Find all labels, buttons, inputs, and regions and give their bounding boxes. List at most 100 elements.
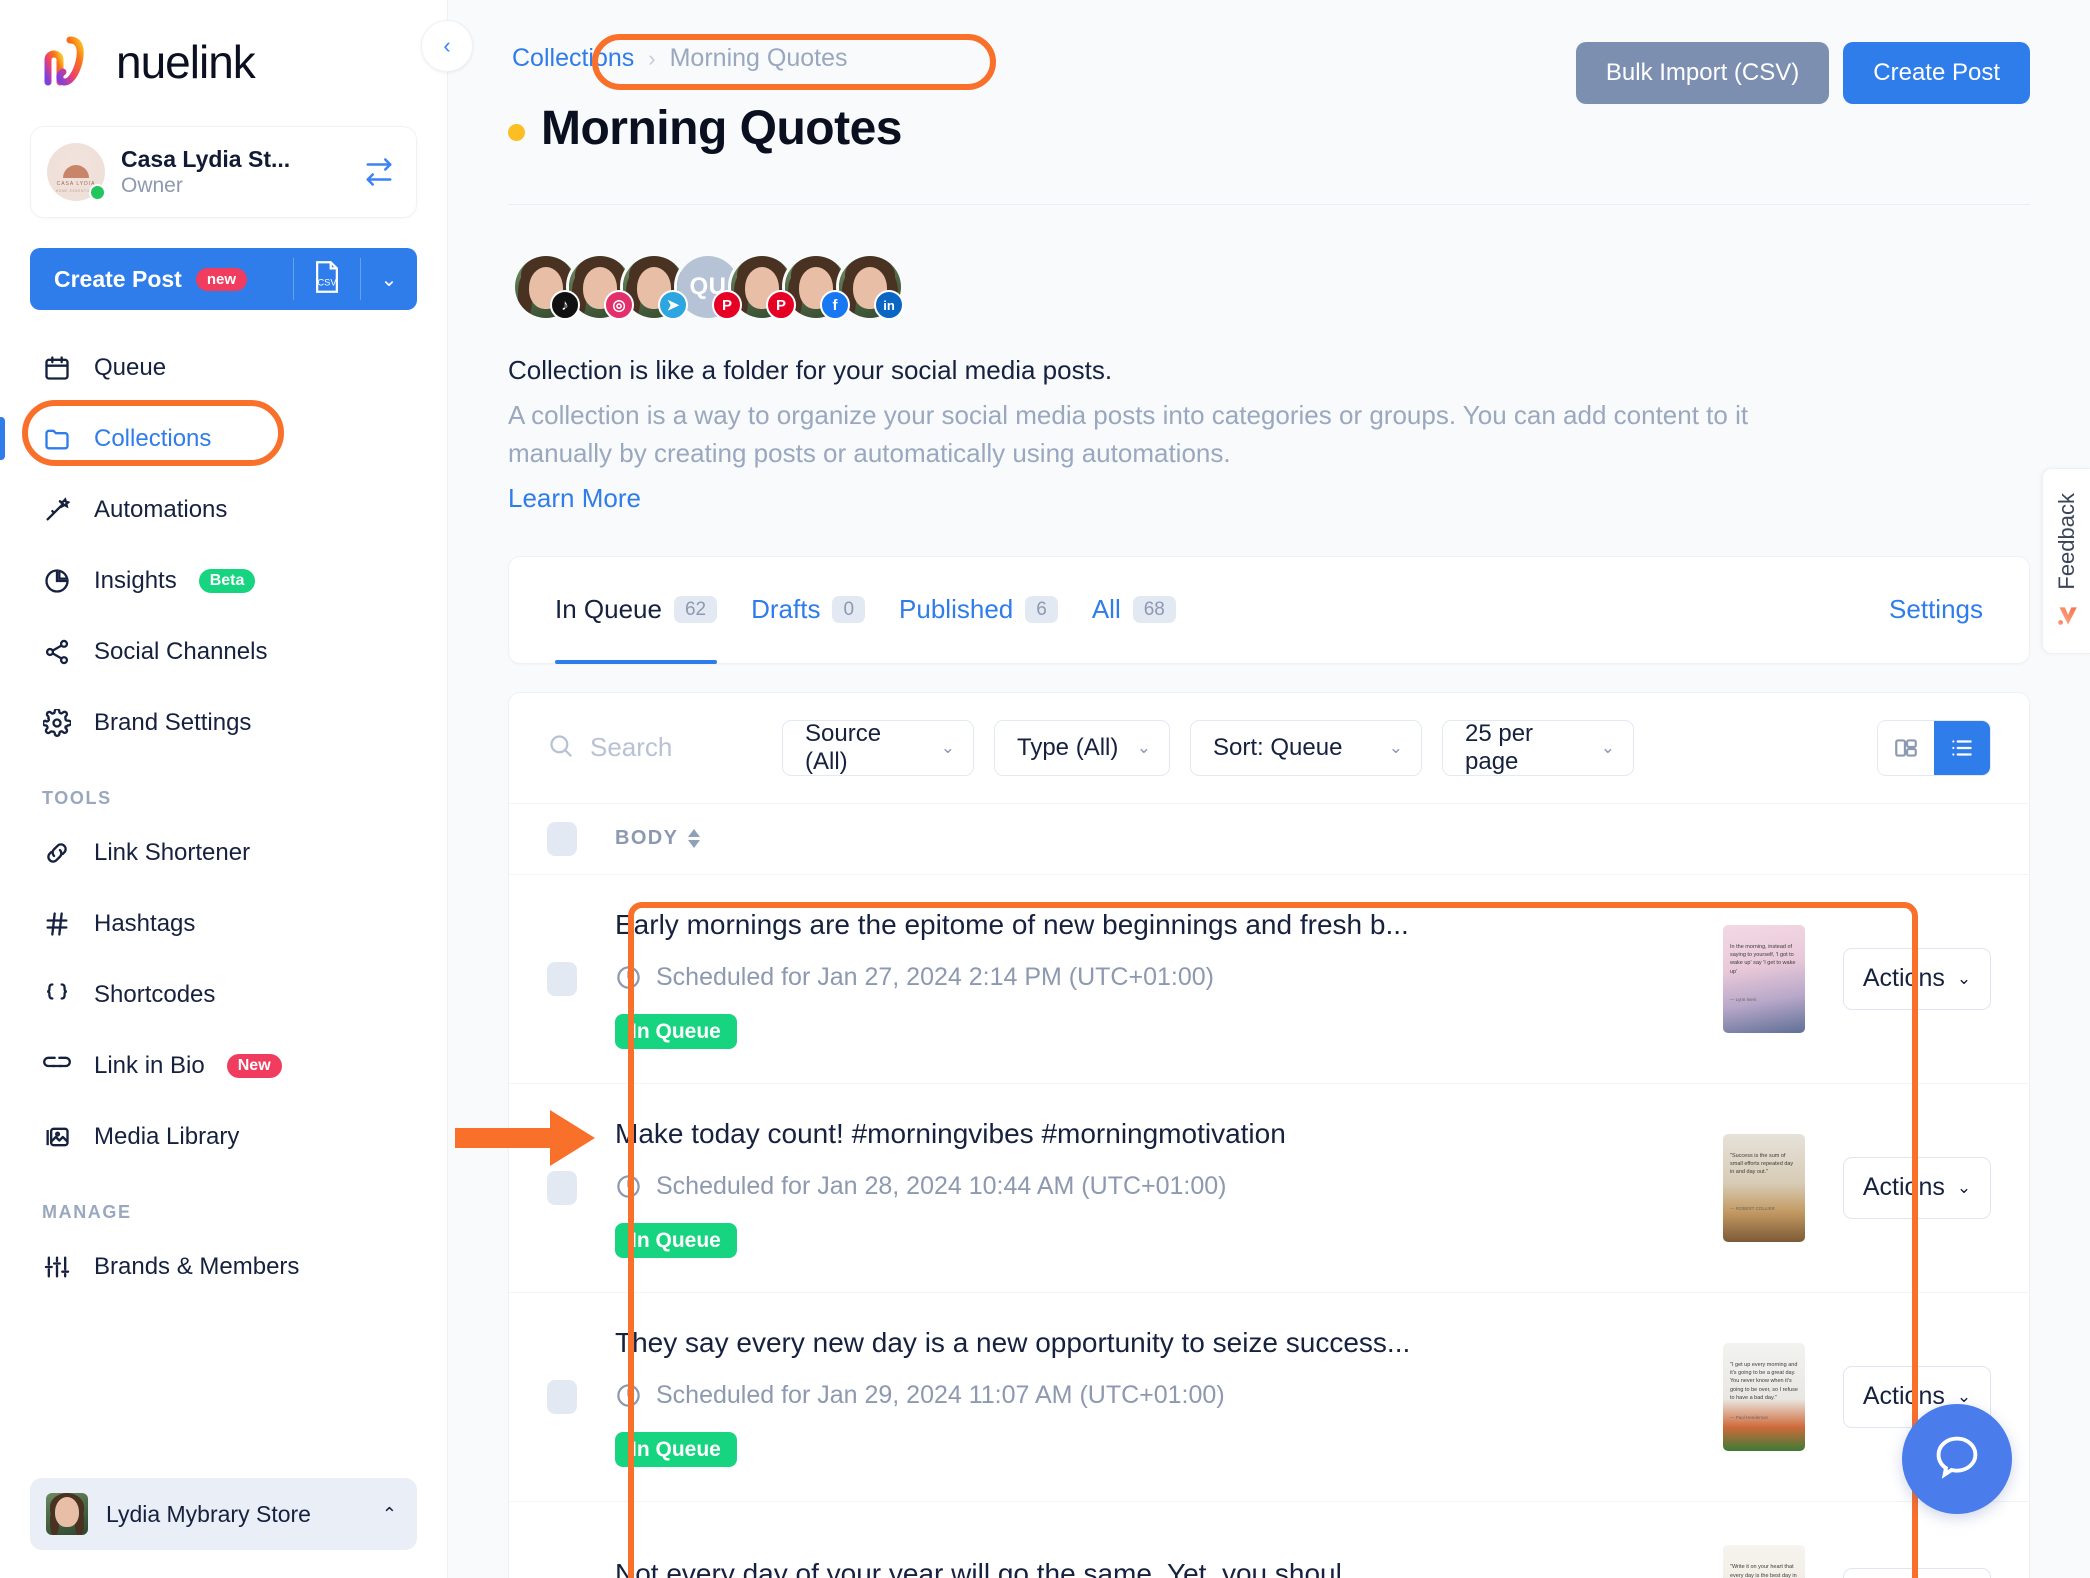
per-page-filter[interactable]: 25 per page ⌄: [1442, 719, 1634, 776]
list-view-icon[interactable]: [1934, 720, 1990, 775]
thumbnail-quote-text: "Success is the sum of small efforts rep…: [1730, 1152, 1794, 1176]
per-page-filter-label: 25 per page: [1465, 719, 1534, 775]
sidebar-item-label: Brands & Members: [94, 1252, 300, 1280]
table-row[interactable]: Early mornings are the epitome of new be…: [509, 875, 2029, 1084]
row-checkbox[interactable]: [547, 1379, 577, 1414]
chat-bubble-icon: [1931, 1431, 1983, 1488]
sidebar-item-insights[interactable]: Insights Beta: [0, 545, 447, 616]
create-post-button[interactable]: Create Post new: [30, 248, 293, 310]
new-badge: New: [226, 1053, 282, 1078]
gear-icon: [42, 708, 72, 738]
breadcrumb-current: Morning Quotes: [669, 44, 848, 72]
tab-all[interactable]: All 68: [1092, 557, 1176, 663]
select-all-checkbox[interactable]: [547, 821, 577, 856]
chat-support-button[interactable]: [1902, 1404, 2012, 1514]
chevron-down-icon: ⌄: [1600, 737, 1615, 757]
status-badge: In Queue: [615, 1013, 737, 1049]
brand-switcher-card[interactable]: CASA LYDIA HOME ESSENTIALS Casa Lydia St…: [30, 126, 417, 218]
sidebar-item-label: Queue: [94, 353, 167, 381]
post-thumbnail[interactable]: "I get up every morning and it's going t…: [1723, 1342, 1805, 1451]
breadcrumb-collections-link[interactable]: Collections: [512, 44, 634, 73]
search-input[interactable]: [590, 732, 762, 764]
sidebar-item-automations[interactable]: Automations: [0, 474, 447, 545]
column-header-label: BODY: [615, 827, 679, 850]
table-row[interactable]: Not every day of your year will go the s…: [509, 1502, 2029, 1578]
post-schedule: Scheduled for Jan 28, 2024 10:44 AM (UTC…: [656, 1171, 1227, 1200]
row-actions-button[interactable]: Actions ⌄: [1843, 1156, 1991, 1219]
chevron-down-icon: ⌄: [940, 737, 955, 757]
learn-more-link[interactable]: Learn More: [508, 483, 641, 514]
post-thumbnail[interactable]: "Success is the sum of small efforts rep…: [1723, 1133, 1805, 1242]
create-post-label: Create Post: [54, 265, 182, 292]
post-body: Not every day of your year will go the s…: [615, 1557, 1366, 1578]
row-actions-button[interactable]: Actions ⌄: [1843, 1568, 1991, 1578]
sort-arrows-icon[interactable]: [688, 829, 701, 849]
sidebar-item-hashtags[interactable]: Hashtags: [0, 888, 447, 959]
main-content: Collections › Morning Quotes Morning Quo…: [448, 0, 2090, 1578]
sidebar-item-label: Link Shortener: [94, 838, 251, 866]
post-body: Early mornings are the epitome of new be…: [615, 908, 1409, 940]
actions-label: Actions: [1862, 964, 1945, 993]
thumbnail-author: — Paul Henderson: [1730, 1414, 1769, 1420]
search-box[interactable]: [547, 732, 762, 764]
app-logo[interactable]: nuelink: [0, 0, 447, 90]
table-row[interactable]: Make today count! #morningvibes #morning…: [509, 1084, 2029, 1293]
chevron-down-icon: ⌄: [1956, 968, 1972, 988]
tab-drafts[interactable]: Drafts 0: [751, 557, 866, 663]
row-checkbox[interactable]: [547, 961, 577, 996]
sliders-icon: [42, 1252, 72, 1282]
create-post-dropdown-button[interactable]: ⌄: [361, 248, 417, 310]
tab-in-queue[interactable]: In Queue 62: [555, 557, 718, 664]
chain-link-icon: [42, 1051, 72, 1081]
annotation-arrow: [455, 1098, 605, 1173]
post-thumbnail[interactable]: In the morning, instead of saying to you…: [1723, 924, 1805, 1033]
share-nodes-icon: [42, 637, 72, 667]
app-logo-text: nuelink: [116, 36, 256, 88]
row-actions-button[interactable]: Actions ⌄: [1843, 947, 1991, 1010]
sort-filter-label: Sort: Queue: [1213, 733, 1343, 761]
sort-filter[interactable]: Sort: Queue ⌄: [1190, 719, 1422, 776]
tab-label: Published: [899, 594, 1014, 625]
sidebar-item-brands-members[interactable]: Brands & Members: [0, 1231, 447, 1302]
sidebar-item-label: Social Channels: [94, 637, 268, 665]
sidebar-collapse-button[interactable]: ‹: [421, 20, 473, 72]
settings-link[interactable]: Settings: [1889, 594, 1983, 625]
feedback-tab[interactable]: Feedback: [2042, 468, 2090, 654]
post-thumbnail[interactable]: "Write it on your heart that every day i…: [1723, 1545, 1805, 1578]
thumbnail-quote-text: "I get up every morning and it's going t…: [1730, 1361, 1798, 1401]
sidebar-item-shortcodes[interactable]: Shortcodes: [0, 959, 447, 1030]
avatar: [46, 1493, 88, 1535]
column-header-body[interactable]: BODY: [615, 827, 701, 850]
grid-view-icon[interactable]: [1878, 720, 1934, 775]
braces-icon: [42, 980, 72, 1010]
bulk-import-button[interactable]: Bulk Import (CSV): [1575, 42, 1830, 104]
switch-brand-icon[interactable]: [364, 157, 394, 187]
post-body: They say every new day is a new opportun…: [615, 1326, 1411, 1358]
source-filter[interactable]: Source (All) ⌄: [782, 719, 974, 776]
sidebar-item-collections[interactable]: Collections: [0, 403, 447, 474]
thumbnail-quote-text: In the morning, instead of saying to you…: [1730, 943, 1796, 975]
create-post-split-button[interactable]: Create Post new CSV ⌄: [30, 248, 417, 310]
user-account-switcher[interactable]: Lydia Mybrary Store ⌃: [30, 1478, 417, 1550]
row-checkbox[interactable]: [547, 1170, 577, 1205]
sidebar-item-social-channels[interactable]: Social Channels: [0, 616, 447, 687]
view-mode-toggle: [1877, 719, 1991, 776]
type-filter[interactable]: Type (All) ⌄: [994, 719, 1170, 776]
sidebar-item-queue[interactable]: Queue: [0, 332, 447, 403]
csv-import-button[interactable]: CSV: [294, 248, 360, 310]
svg-text:CSV: CSV: [318, 277, 338, 287]
sidebar-item-link-shortener[interactable]: Link Shortener: [0, 817, 447, 888]
tab-published[interactable]: Published 6: [899, 557, 1058, 663]
sidebar-item-label: Link in Bio: [94, 1051, 205, 1079]
sidebar-item-link-in-bio[interactable]: Link in Bio New: [0, 1030, 447, 1101]
create-post-button-header[interactable]: Create Post: [1843, 42, 2030, 104]
magic-wand-icon: [42, 495, 72, 525]
sidebar-item-media-library[interactable]: Media Library: [0, 1101, 447, 1172]
sidebar: nuelink ‹ CASA LYDIA HOME ESSENTIALS Cas…: [0, 0, 473, 1578]
primary-nav: Queue Collections Automations Insights B…: [0, 332, 447, 1302]
pie-chart-icon: [42, 566, 72, 596]
sidebar-section-tools: TOOLS: [42, 788, 112, 808]
table-row[interactable]: They say every new day is a new opportun…: [509, 1293, 2029, 1502]
pinterest-icon: P: [766, 290, 796, 320]
sidebar-item-brand-settings[interactable]: Brand Settings: [0, 687, 447, 758]
